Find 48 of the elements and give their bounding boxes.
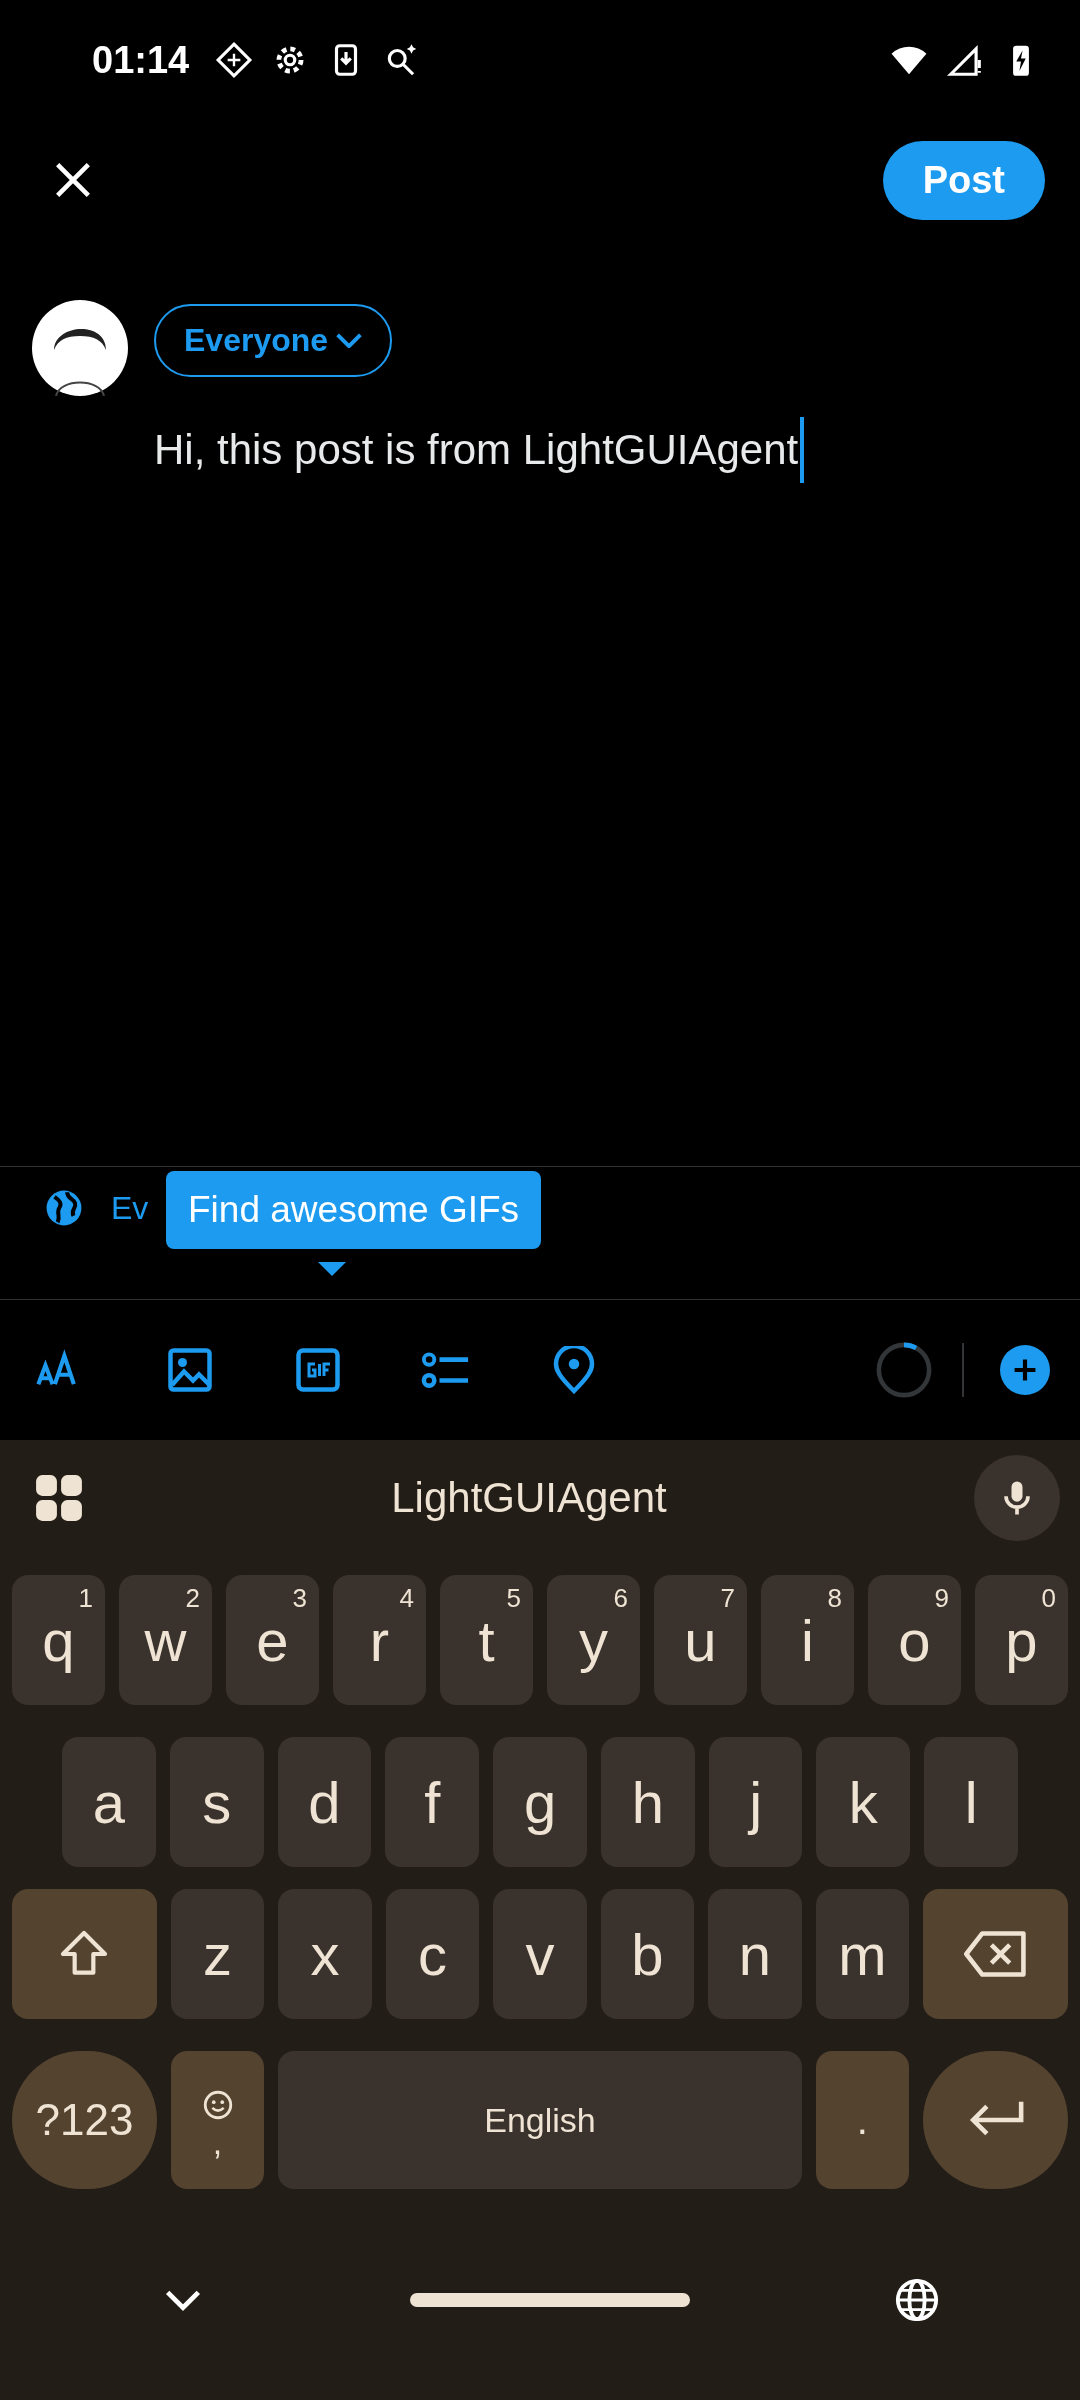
letter-key[interactable]: f [385,1737,480,1867]
letter-key[interactable]: 6 y [547,1575,640,1705]
letter-key[interactable]: g [493,1737,587,1867]
letter-key[interactable]: m [815,1889,910,2019]
status-time: 01:14 [92,38,190,82]
letter-key[interactable]: 9 o [868,1575,961,1705]
letter-key[interactable]: 0 p [975,1575,1068,1705]
letter-key[interactable]: 4 r [333,1575,426,1705]
letter-key[interactable]: 5 t [440,1575,533,1705]
letter-key[interactable]: x [278,1889,372,2019]
post-text[interactable]: Hi, this post is from LightGUIAgent [154,426,799,474]
letter-key[interactable]: j [708,1737,803,1867]
home-handle[interactable] [410,2293,690,2307]
tooltip-pointer [318,1262,346,1276]
letter-key[interactable]: c [385,1889,480,2019]
letter-key[interactable]: z [170,1889,265,2019]
comma-key[interactable]: , [170,2051,265,2189]
diamond-icon [215,41,254,79]
symbols-key[interactable]: ?123 [12,2051,157,2189]
space-key[interactable]: English [278,2051,802,2189]
globe-icon[interactable] [894,2277,940,2323]
backspace-key[interactable] [923,1889,1069,2019]
reply-setting-link[interactable]: Ev [111,1189,149,1227]
letter-key[interactable]: a [62,1737,156,1867]
shift-key[interactable] [12,1889,157,2019]
tooltip: Find awesome GIFs [166,1171,542,1249]
letter-key[interactable]: 8 i [761,1575,854,1705]
globe-icon[interactable] [45,1189,83,1227]
suggestion-chip[interactable]: LightGUIAgent [391,1473,667,1522]
chevron-down-icon [336,333,363,348]
letter-key[interactable]: k [816,1737,911,1867]
add-icon[interactable] [1000,1345,1050,1395]
letter-key[interactable]: d [277,1737,372,1867]
letter-key[interactable]: s [169,1737,264,1867]
letter-key[interactable]: 3 e [226,1575,319,1705]
audience-button[interactable]: Everyone [154,304,393,377]
avatar[interactable] [32,300,128,396]
letter-key[interactable]: v [493,1889,587,2019]
letter-key[interactable]: l [924,1737,1019,1867]
period-key[interactable]: . [815,2051,910,2189]
letter-key[interactable]: n [708,1889,802,2019]
letter-key[interactable]: 2 w [119,1575,212,1705]
letter-key[interactable]: 7 u [654,1575,747,1705]
letter-key[interactable]: b [600,1889,695,2019]
letter-key[interactable]: 1 q [12,1575,105,1705]
text-cursor [800,417,805,483]
letter-key[interactable]: h [600,1737,695,1867]
apps-icon[interactable] [34,1472,84,1523]
